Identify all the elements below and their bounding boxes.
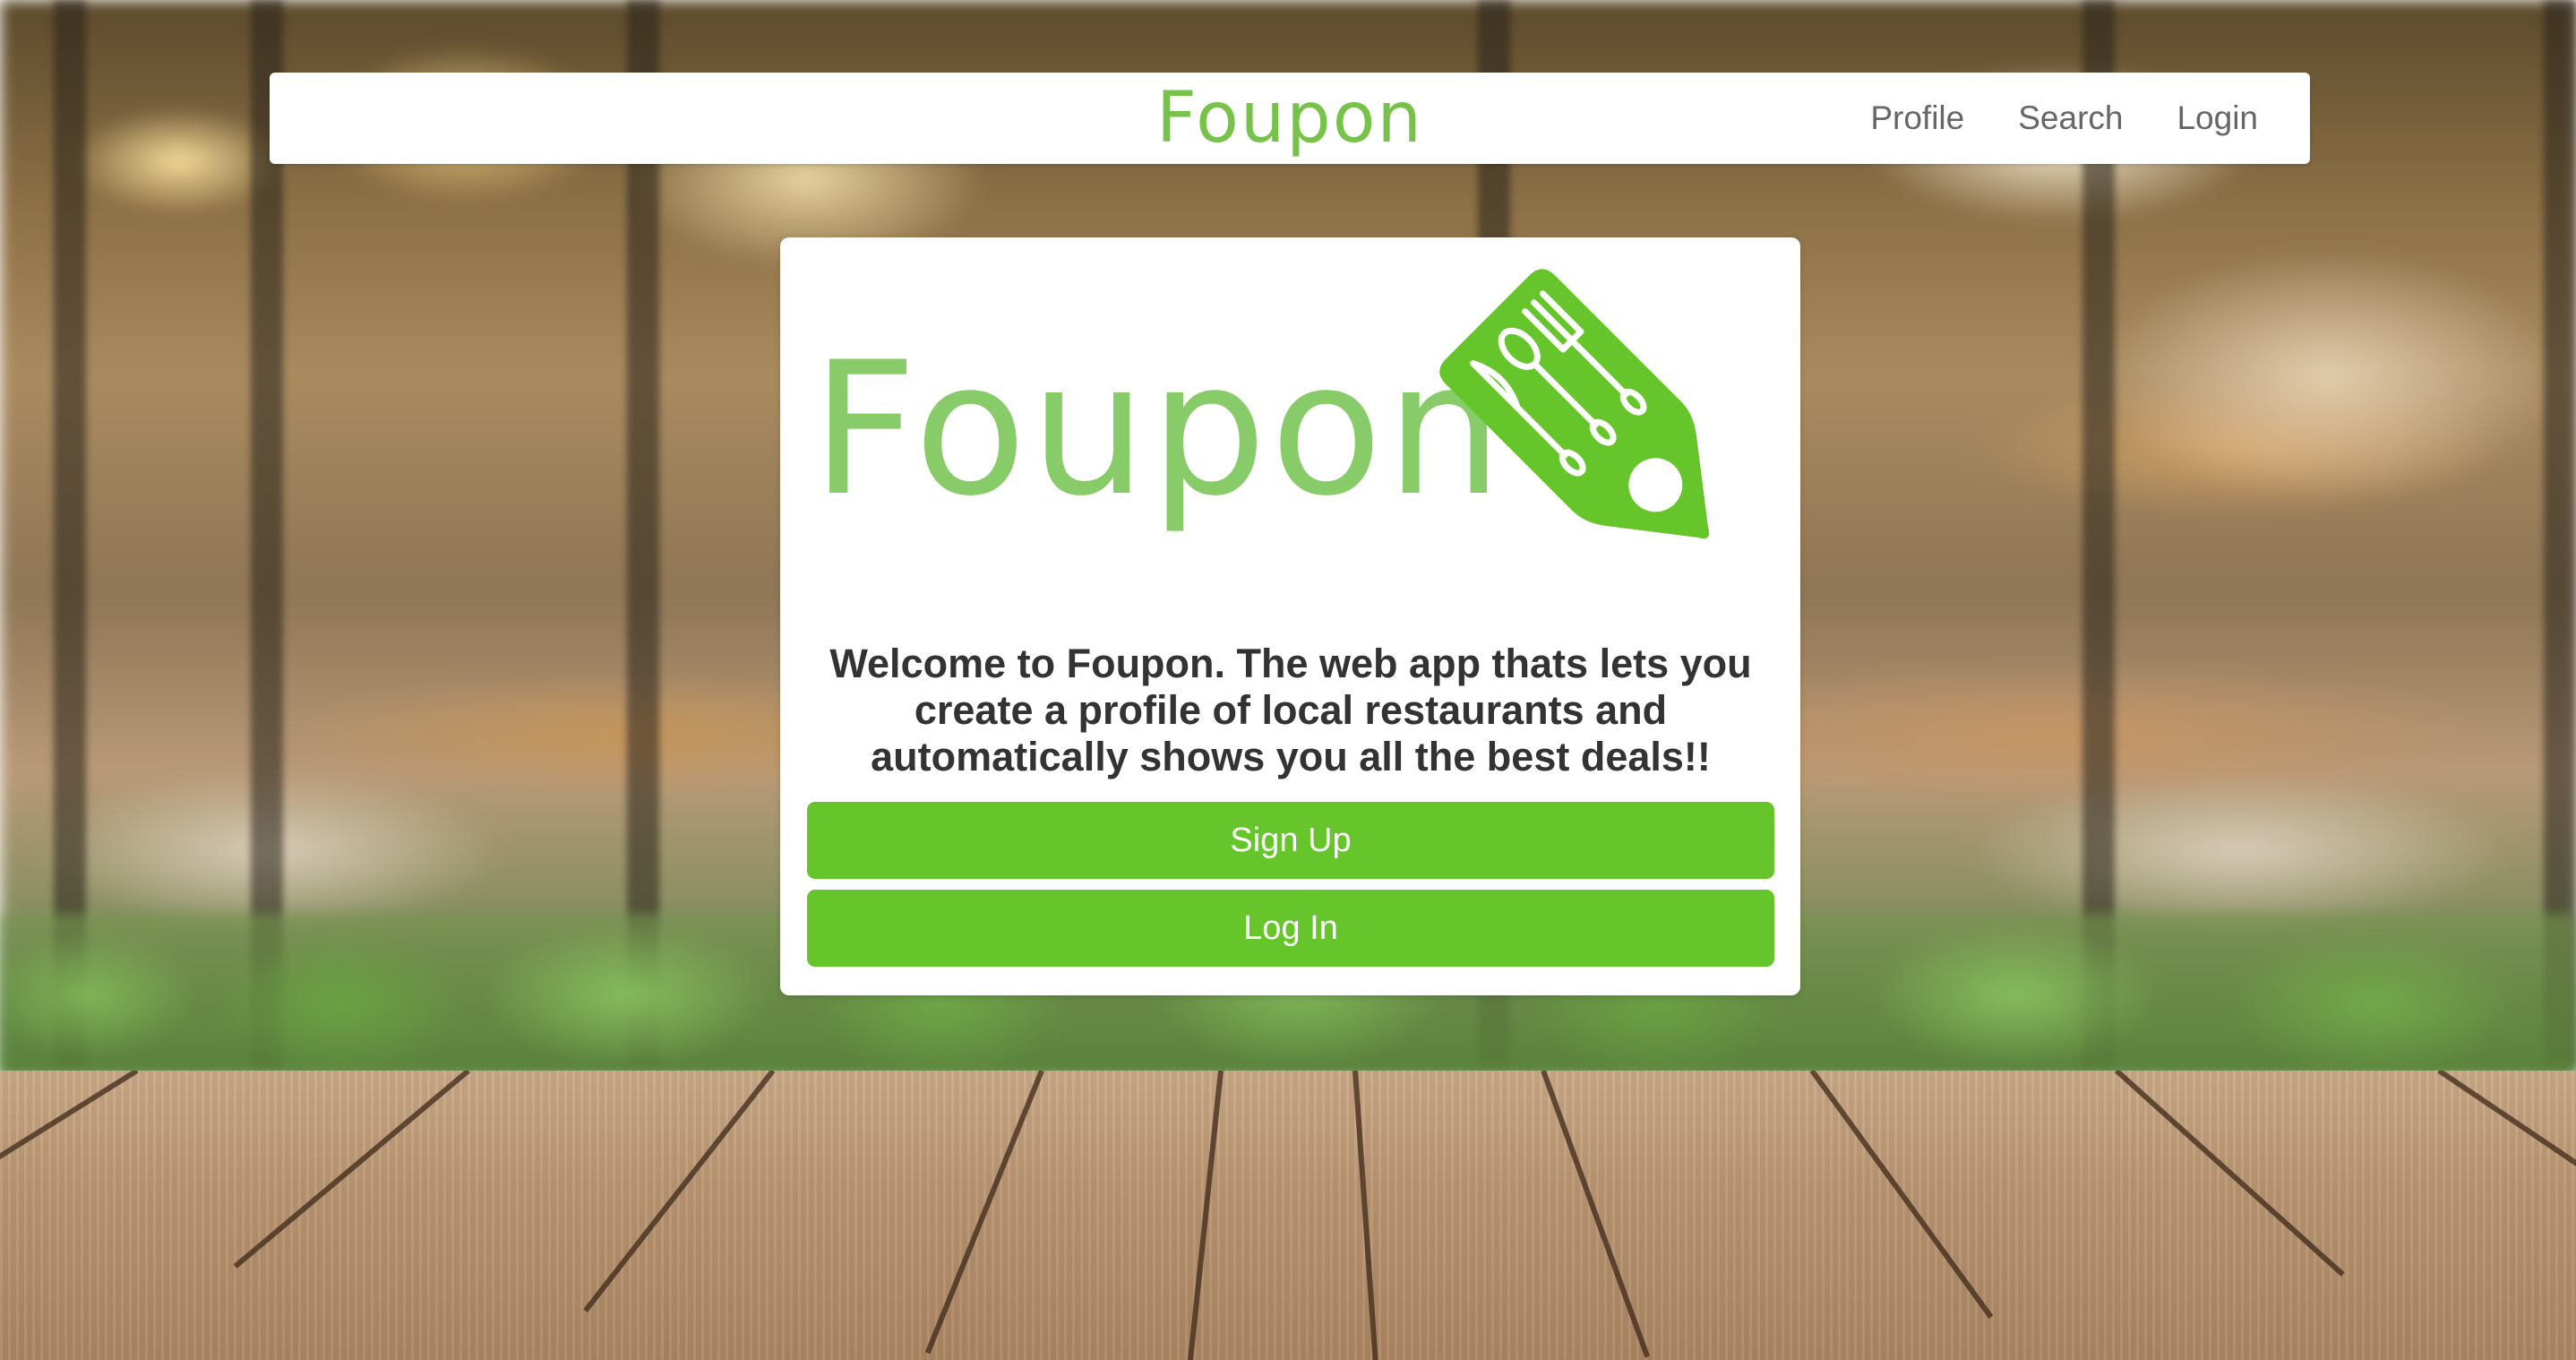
backdrop-pillar [2544,0,2576,1066]
wood-grain [0,1071,2576,1360]
sign-up-button[interactable]: Sign Up [807,802,1774,879]
foupon-logo: Foupon [811,269,1710,539]
brand-link[interactable]: Foupon [1156,78,1423,159]
wooden-table [0,1071,2576,1360]
top-navbar: Foupon Profile Search Login [270,73,2310,164]
welcome-message: Welcome to Foupon. The web app thats let… [829,641,1752,779]
nav-link-login[interactable]: Login [2177,99,2258,137]
welcome-card: Foupon Welcome to Foupon. The web app th… [780,237,1800,995]
logo-wordmark: Foupon [811,323,1506,537]
backdrop-pillar [54,0,86,1066]
log-in-button[interactable]: Log In [807,890,1774,967]
nav-link-profile[interactable]: Profile [1870,99,1964,137]
nav-link-search[interactable]: Search [2018,99,2123,137]
nav-links: Profile Search Login [1870,73,2258,164]
